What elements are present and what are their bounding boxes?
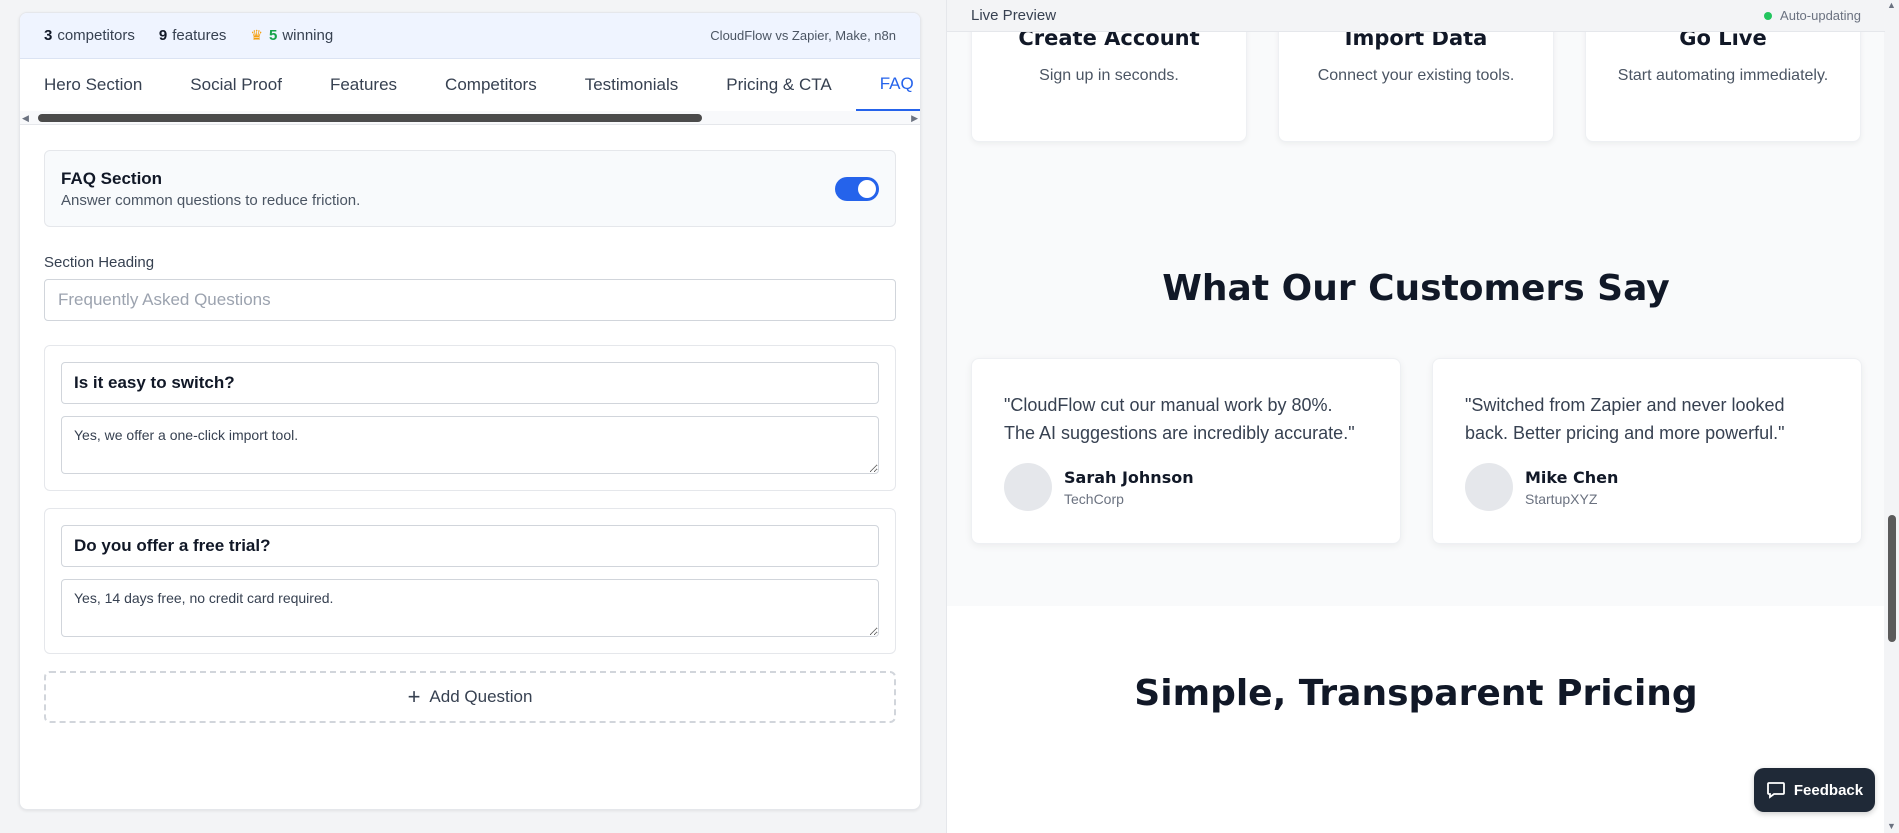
tabs-scrollbar-thumb[interactable] <box>38 114 702 122</box>
author-name: Sarah Johnson <box>1064 467 1194 487</box>
live-preview-pane: Live Preview Auto-updating Create Accoun… <box>946 0 1899 833</box>
stat-competitors: 3 competitors <box>44 27 135 44</box>
step-description: Sign up in seconds. <box>1039 67 1179 84</box>
faq-section-card: FAQ Section Answer common questions to r… <box>44 150 896 227</box>
avatar <box>1465 463 1513 511</box>
preview-scrollbar[interactable]: ▲ ▼ <box>1884 0 1899 833</box>
faq-editor: FAQ Section Answer common questions to r… <box>20 125 920 723</box>
testimonials-heading: What Our Customers Say <box>1162 268 1670 309</box>
crown-icon: ♛ <box>250 27 263 43</box>
toggle-knob <box>858 179 876 198</box>
pricing-section: Simple, Transparent Pricing <box>947 606 1885 833</box>
auto-update-label: Auto-updating <box>1780 8 1861 23</box>
tabs-scrollbar[interactable]: ◀ ▶ <box>20 111 920 125</box>
step-description: Start automating immediately. <box>1617 67 1829 84</box>
tab-hero-section[interactable]: Hero Section <box>44 59 142 111</box>
faq-answer-textarea[interactable]: Yes, we offer a one-click import tool. <box>61 416 879 474</box>
tab-competitors[interactable]: Competitors <box>445 59 537 111</box>
faq-section-toggle[interactable] <box>835 176 879 201</box>
add-question-button[interactable]: + Add Question <box>44 671 896 723</box>
winning-label: winning <box>282 27 334 44</box>
testimonial-card: "CloudFlow cut our manual work by 80%. T… <box>971 358 1401 544</box>
step-description: Connect your existing tools. <box>1317 67 1515 84</box>
avatar <box>1004 463 1052 511</box>
scroll-up-icon[interactable]: ▲ <box>1887 0 1896 10</box>
preview-scrollbar-thumb[interactable] <box>1888 515 1896 642</box>
tab-testimonials[interactable]: Testimonials <box>585 59 679 111</box>
stats-bar: 3 competitors 9 features ♛ 5 winning Clo… <box>20 13 920 59</box>
faq-item-card: Yes, 14 days free, no credit card requir… <box>44 508 896 654</box>
testimonial-author: Sarah Johnson TechCorp <box>1004 463 1368 511</box>
scroll-left-icon[interactable]: ◀ <box>22 113 29 124</box>
preview-title: Live Preview <box>971 7 1057 24</box>
section-heading-input[interactable] <box>44 279 896 321</box>
scroll-right-icon[interactable]: ▶ <box>911 113 918 124</box>
testimonial-card: "Switched from Zapier and never looked b… <box>1432 358 1862 544</box>
scroll-down-icon[interactable]: ▼ <box>1887 821 1896 831</box>
feedback-label: Feedback <box>1793 781 1864 799</box>
section-heading-label: Section Heading <box>44 254 155 271</box>
competitors-count: 3 <box>44 27 53 44</box>
chat-bubble-icon <box>1766 782 1785 799</box>
plus-icon: + <box>407 684 421 709</box>
tab-pricing-cta[interactable]: Pricing & CTA <box>726 59 832 111</box>
testimonial-quote: "CloudFlow cut our manual work by 80%. T… <box>1004 395 1355 443</box>
features-count: 9 <box>158 27 168 44</box>
editor-panel: 3 competitors 9 features ♛ 5 winning Clo… <box>19 12 921 810</box>
faq-answer-textarea[interactable]: Yes, 14 days free, no credit card requir… <box>61 579 879 637</box>
faq-section-title: FAQ Section <box>61 168 163 188</box>
testimonial-author: Mike Chen StartupXYZ <box>1465 463 1829 511</box>
faq-question-input[interactable] <box>61 525 879 567</box>
status-dot-icon <box>1764 11 1773 20</box>
faq-question-input[interactable] <box>61 362 879 404</box>
stat-winning: ♛ 5 winning <box>250 27 333 44</box>
winning-count: 5 <box>268 27 278 44</box>
pricing-heading: Simple, Transparent Pricing <box>1134 673 1698 714</box>
testimonial-quote: "Switched from Zapier and never looked b… <box>1465 395 1785 443</box>
author-name: Mike Chen <box>1525 467 1619 487</box>
author-company: TechCorp <box>1064 490 1124 507</box>
faq-item-card: Yes, we offer a one-click import tool. <box>44 345 896 491</box>
author-company: StartupXYZ <box>1525 490 1598 507</box>
faq-section-subtitle: Answer common questions to reduce fricti… <box>61 191 361 209</box>
add-question-label: Add Question <box>429 687 533 706</box>
feedback-button[interactable]: Feedback <box>1754 768 1875 812</box>
competitors-label: competitors <box>57 27 135 44</box>
tab-social-proof[interactable]: Social Proof <box>190 59 282 111</box>
tab-features[interactable]: Features <box>330 59 397 111</box>
auto-update-status: Auto-updating <box>1764 8 1861 23</box>
section-tabs: Hero Section Social Proof Features Compe… <box>20 59 920 111</box>
comparison-label: CloudFlow vs Zapier, Make, n8n <box>710 28 896 43</box>
stat-features: 9 features <box>159 27 227 44</box>
tab-faq[interactable]: FAQ <box>855 59 920 111</box>
features-label: features <box>172 27 227 44</box>
preview-header: Live Preview Auto-updating <box>947 0 1885 32</box>
